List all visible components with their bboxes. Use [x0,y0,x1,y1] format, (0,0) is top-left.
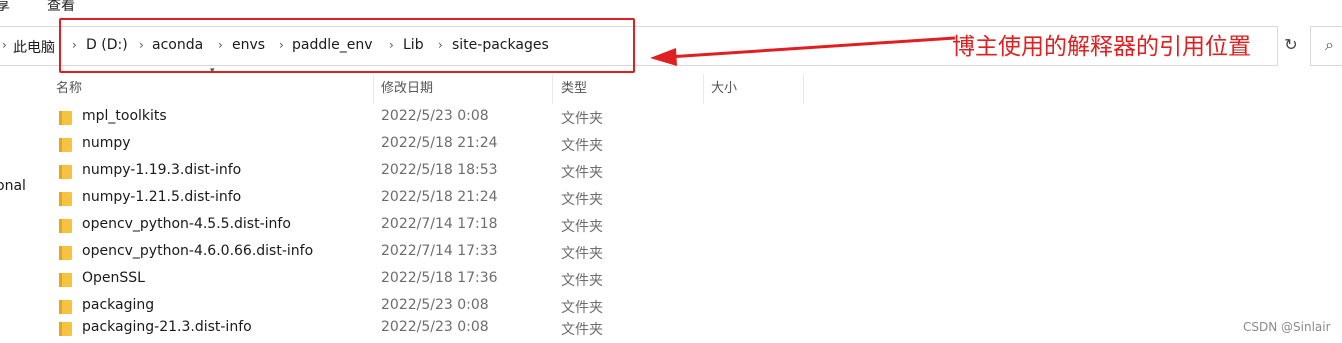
folder-icon [59,192,72,206]
file-date: 2022/5/18 21:24 [381,189,498,205]
file-date: 2022/5/18 17:36 [381,270,498,286]
column-divider[interactable] [703,74,704,104]
file-date: 2022/7/14 17:33 [381,243,498,259]
folder-icon [59,322,72,336]
watermark: CSDN @Sinlair [1243,320,1331,334]
file-row[interactable]: numpy 2022/5/18 21:24 文件夹 [50,132,620,159]
file-row[interactable]: packaging-21.3.dist-info 2022/5/23 0:08 … [50,316,620,343]
folder-icon [59,219,72,233]
file-type: 文件夹 [561,300,603,316]
annotation-label: 博主使用的解释器的引用位置 [952,34,1251,60]
column-header-size[interactable]: 大小 [711,79,737,103]
folder-icon [59,138,72,152]
file-name: numpy [82,135,131,151]
file-type: 文件夹 [561,138,603,154]
file-type: 文件夹 [561,165,603,181]
folder-icon [59,300,72,314]
column-divider[interactable] [552,74,553,104]
file-row[interactable]: mpl_toolkits 2022/5/23 0:08 文件夹 [50,105,620,132]
file-row[interactable]: numpy-1.19.3.dist-info 2022/5/18 18:53 文… [50,159,620,186]
file-name: OpenSSL [82,270,145,286]
folder-icon [59,111,72,125]
file-name: mpl_toolkits [82,108,167,124]
file-type: 文件夹 [561,273,603,289]
column-header-type[interactable]: 类型 [561,79,587,103]
file-name: opencv_python-4.5.5.dist-info [82,216,291,232]
file-row[interactable]: opencv_python-4.6.0.66.dist-info 2022/7/… [50,240,620,267]
file-name: packaging [82,297,155,313]
nav-pane-item-fragment[interactable]: onal [0,178,26,194]
column-header-date[interactable]: 修改日期 [381,79,433,103]
file-date: 2022/5/18 18:53 [381,162,498,178]
file-name: packaging-21.3.dist-info [82,319,252,335]
column-header-name[interactable]: 名称 [56,79,82,103]
file-name: opencv_python-4.6.0.66.dist-info [82,243,314,259]
file-row[interactable]: OpenSSL 2022/5/18 17:36 文件夹 [50,267,620,294]
file-type: 文件夹 [561,111,603,127]
file-type: 文件夹 [561,219,603,235]
file-date: 2022/7/14 17:18 [381,216,498,232]
column-divider[interactable] [803,74,804,104]
column-divider[interactable] [373,74,374,104]
file-type: 文件夹 [561,246,603,262]
folder-icon [59,273,72,287]
file-date: 2022/5/23 0:08 [381,108,489,124]
folder-icon [59,246,72,260]
file-name: numpy-1.19.3.dist-info [82,162,242,178]
file-date: 2022/5/23 0:08 [381,297,489,313]
file-name: numpy-1.21.5.dist-info [82,189,242,205]
file-row[interactable]: opencv_python-4.5.5.dist-info 2022/7/14 … [50,213,620,240]
folder-icon [59,165,72,179]
file-date: 2022/5/23 0:08 [381,319,489,335]
file-type: 文件夹 [561,192,603,208]
file-type: 文件夹 [561,322,603,338]
file-date: 2022/5/18 21:24 [381,135,498,151]
file-row[interactable]: numpy-1.21.5.dist-info 2022/5/18 21:24 文… [50,186,620,213]
